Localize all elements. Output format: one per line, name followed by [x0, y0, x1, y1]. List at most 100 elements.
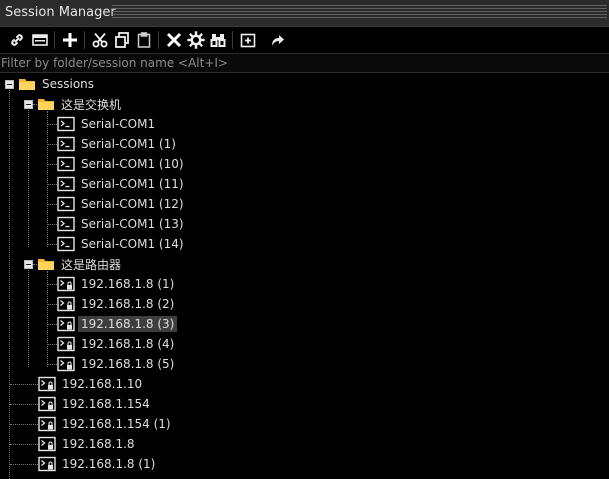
- ssh-terminal-icon: [57, 296, 75, 312]
- tree-guide-line: [28, 107, 29, 247]
- tree-branch-line: [48, 364, 57, 365]
- tree-branch-line: [10, 384, 38, 385]
- tree-item-label: 192.168.1.8 (1): [62, 457, 156, 471]
- tree-branch-line: [48, 344, 57, 345]
- filter-input[interactable]: [0, 54, 601, 72]
- tree-guide-line: [28, 267, 29, 367]
- tree-item-label: 这是交换机: [61, 97, 122, 112]
- tree-item-label: 192.168.1.8 (5): [81, 357, 175, 371]
- ssh-terminal-icon: [38, 436, 56, 452]
- copy-icon[interactable]: [111, 29, 133, 51]
- tree-item-label: Serial-COM1 (1): [81, 137, 176, 151]
- title-bar[interactable]: Session Manager: [0, 0, 609, 27]
- ssh-terminal-icon: [57, 336, 75, 352]
- tree-item-label: Serial-COM1 (14): [81, 237, 184, 251]
- tree-branch-line: [10, 404, 38, 405]
- session-item[interactable]: Serial-COM1 (10): [57, 154, 187, 174]
- serial-terminal-icon: [57, 136, 75, 152]
- serial-terminal-icon: [57, 116, 75, 132]
- tree-item-label: 192.168.1.154: [62, 397, 150, 411]
- session-item[interactable]: 192.168.1.8 (1): [57, 274, 177, 294]
- session-item[interactable]: 192.168.1.154: [38, 394, 153, 414]
- collapse-toggle[interactable]: [24, 260, 33, 269]
- folder-icon: [38, 99, 54, 110]
- tree-branch-line: [10, 444, 38, 445]
- session-tree: Sessions 这是交换机 Serial-COM1 Serial-COM1 (1…: [0, 72, 609, 479]
- folder-icon: [19, 79, 35, 90]
- tree-guide-line: [47, 111, 48, 247]
- session-item[interactable]: 192.168.1.10: [38, 374, 145, 394]
- serial-terminal-icon: [57, 156, 75, 172]
- session-item[interactable]: Serial-COM1: [57, 114, 158, 134]
- ssh-terminal-icon: [38, 456, 56, 472]
- ssh-terminal-icon: [38, 396, 56, 412]
- ssh-terminal-icon: [57, 356, 75, 372]
- ssh-terminal-icon: [57, 316, 75, 332]
- tree-branch-line: [48, 244, 57, 245]
- session-item[interactable]: 192.168.1.154 (1): [38, 414, 174, 434]
- tree-item-label: Serial-COM1 (10): [81, 157, 184, 171]
- filter-bar: [0, 53, 609, 73]
- collapse-toggle[interactable]: [5, 80, 14, 89]
- toolbar: [0, 27, 609, 53]
- tree-root-sessions[interactable]: Sessions: [18, 74, 97, 94]
- delete-x-icon[interactable]: [163, 29, 185, 51]
- tree-item-label: 这是路由器: [61, 257, 122, 272]
- tree-item-label: 192.168.1.8 (1): [81, 277, 175, 291]
- gear-icon[interactable]: [185, 29, 207, 51]
- session-item[interactable]: Serial-COM1 (14): [57, 234, 187, 254]
- toolbar-separator: [84, 31, 85, 49]
- serial-terminal-icon: [57, 176, 75, 192]
- tree-branch-line: [48, 164, 57, 165]
- session-item[interactable]: Serial-COM1 (11): [57, 174, 187, 194]
- session-item[interactable]: 192.168.1.8 (2): [57, 294, 177, 314]
- binoculars-icon[interactable]: [207, 29, 229, 51]
- serial-terminal-icon: [57, 196, 75, 212]
- tree-branch-line: [10, 464, 38, 465]
- session-item[interactable]: Serial-COM1 (12): [57, 194, 187, 214]
- serial-terminal-icon: [57, 236, 75, 252]
- ssh-terminal-icon: [38, 376, 56, 392]
- serial-terminal-icon: [57, 216, 75, 232]
- tree-item-label: Sessions: [42, 77, 95, 91]
- link-icon[interactable]: [6, 29, 28, 51]
- tree-item-label: 192.168.1.8 (3): [78, 316, 178, 332]
- toolbar-separator: [232, 31, 233, 49]
- tree-item-label: 192.168.1.8: [62, 437, 135, 451]
- tree-guide-line: [47, 271, 48, 367]
- session-item[interactable]: 192.168.1.8 (5): [57, 354, 177, 374]
- tree-branch-line: [48, 284, 57, 285]
- tree-item-label: 192.168.1.8 (4): [81, 337, 175, 351]
- title-grip[interactable]: [112, 5, 607, 20]
- tree-branch-line: [48, 304, 57, 305]
- folder-routers[interactable]: 这是路由器: [37, 254, 124, 274]
- session-item[interactable]: Serial-COM1 (13): [57, 214, 187, 234]
- collapse-toggle[interactable]: [24, 100, 33, 109]
- new-folder-icon[interactable]: [237, 29, 259, 51]
- tab-icon[interactable]: [29, 29, 51, 51]
- tree-item-label: Serial-COM1 (12): [81, 197, 184, 211]
- tree-item-label: 192.168.1.8 (2): [81, 297, 175, 311]
- toolbar-separator: [54, 31, 55, 49]
- folder-switches[interactable]: 这是交换机: [37, 94, 124, 114]
- share-arrow-icon[interactable]: [266, 29, 288, 51]
- tree-item-label: Serial-COM1: [81, 117, 156, 131]
- session-item[interactable]: 192.168.1.8 (1): [38, 454, 158, 474]
- ssh-terminal-icon: [57, 276, 75, 292]
- tree-branch-line: [48, 324, 57, 325]
- session-item-selected[interactable]: 192.168.1.8 (3): [57, 314, 178, 334]
- tree-branch-line: [10, 424, 38, 425]
- tree-branch-line: [48, 204, 57, 205]
- tree-branch-line: [48, 124, 57, 125]
- toolbar-separator: [158, 31, 159, 49]
- scissors-icon[interactable]: [89, 29, 111, 51]
- session-item[interactable]: Serial-COM1 (1): [57, 134, 179, 154]
- session-item[interactable]: 192.168.1.8: [38, 434, 138, 454]
- ssh-terminal-icon: [38, 416, 56, 432]
- session-item[interactable]: 192.168.1.8 (4): [57, 334, 177, 354]
- paste-icon[interactable]: [133, 29, 155, 51]
- window-title: Session Manager: [5, 5, 116, 20]
- tree-guide-line: [9, 87, 10, 479]
- tree-item-label: Serial-COM1 (13): [81, 217, 184, 231]
- plus-icon[interactable]: [59, 29, 81, 51]
